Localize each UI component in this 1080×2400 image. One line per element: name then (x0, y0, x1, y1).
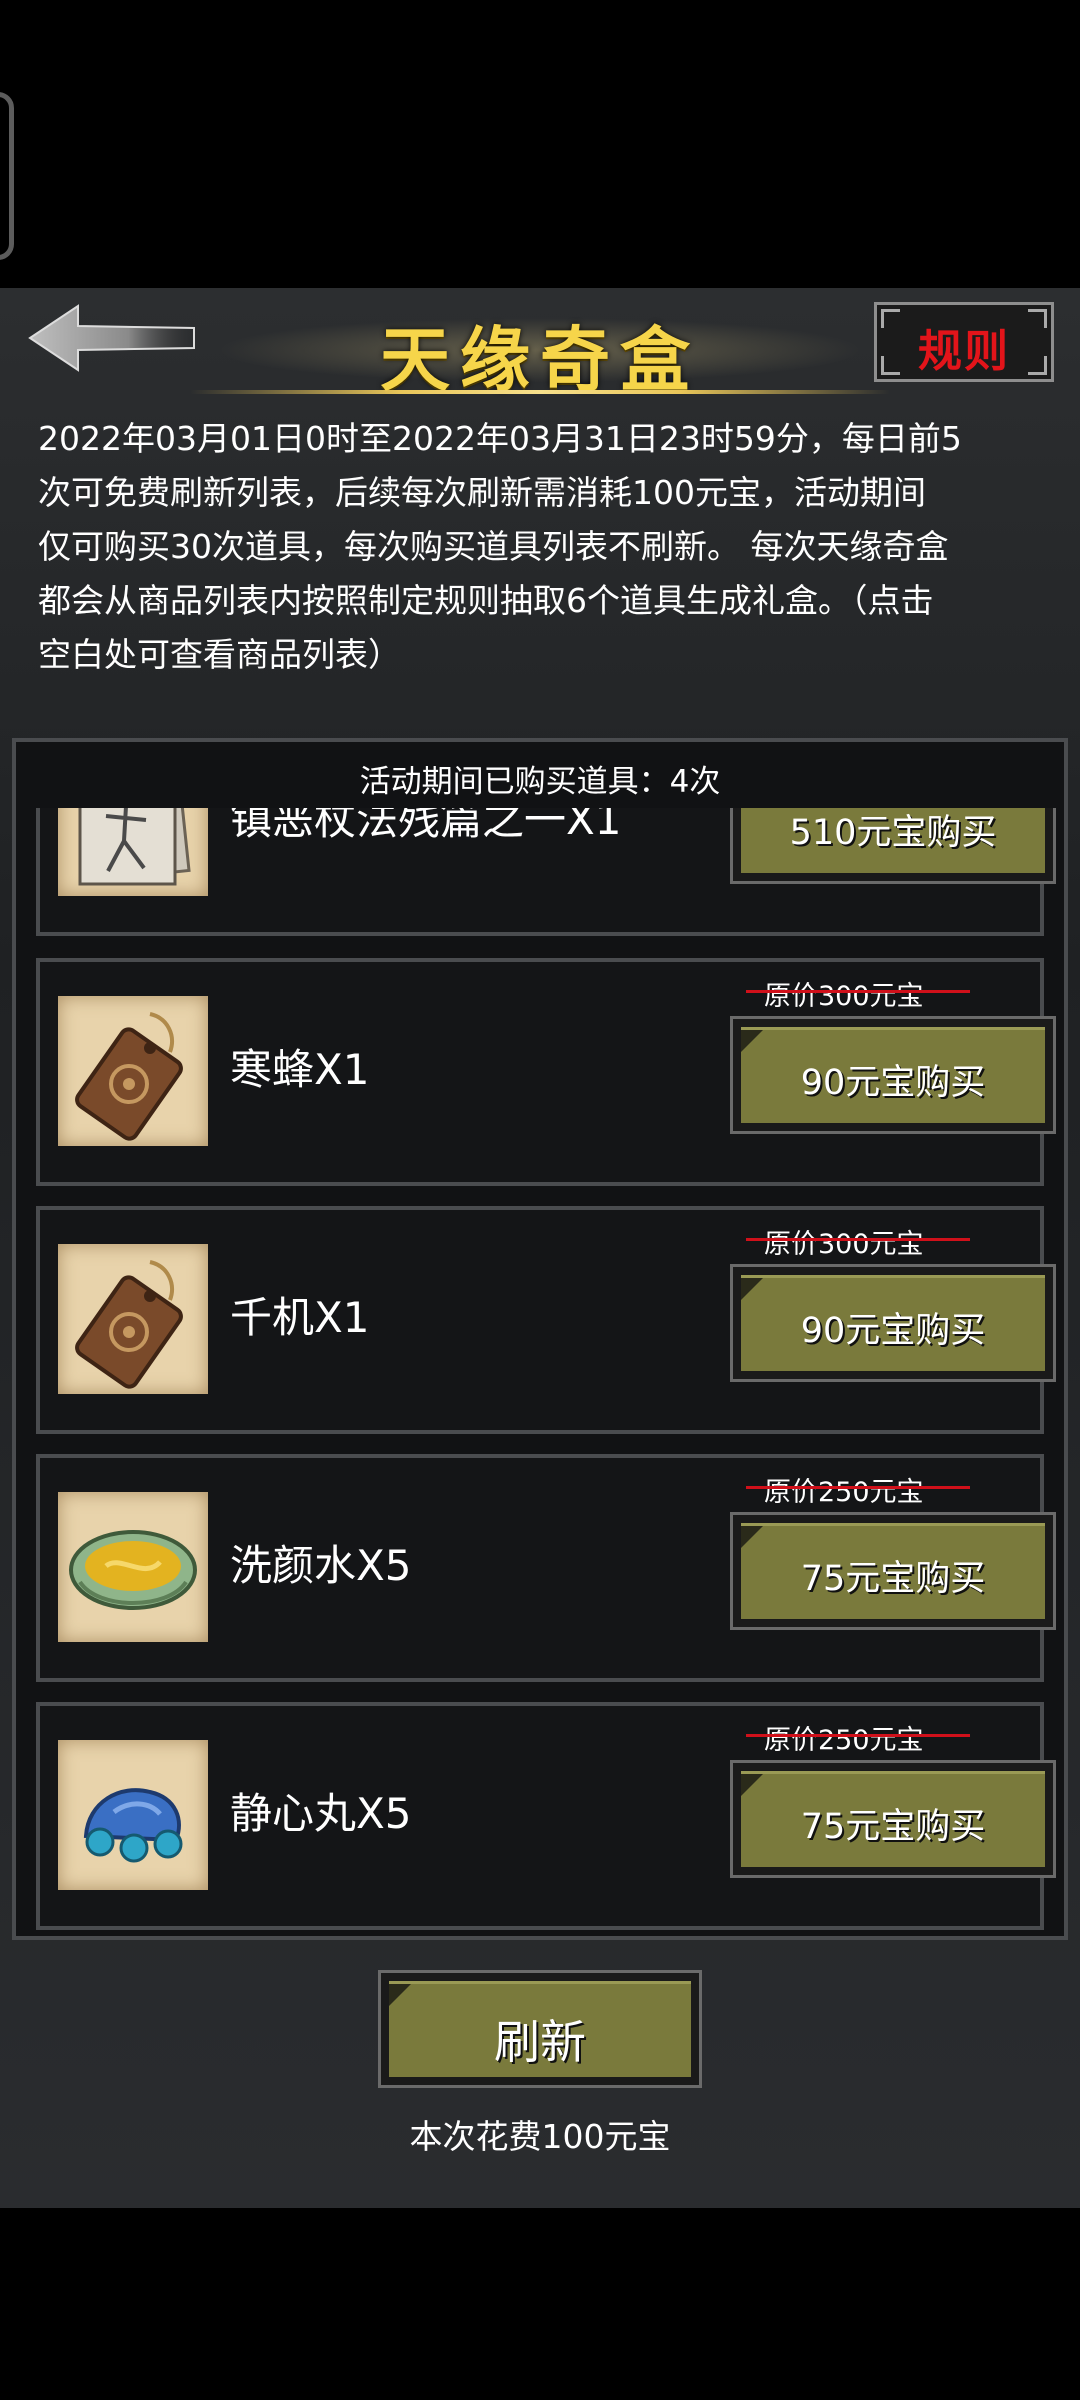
list-item: 静心丸X5 原价250元宝 75元宝购买 (36, 1702, 1056, 1930)
buy-button-face: 90元宝购买 (741, 1027, 1045, 1123)
buy-button-face: 75元宝购买 (741, 1771, 1045, 1867)
purchased-count: 活动期间已购买道具：4次 (359, 764, 721, 800)
pill-icon (58, 1740, 208, 1890)
refresh-button[interactable]: 刷新 (378, 1970, 702, 2088)
rules-label: 规则 (918, 326, 1010, 377)
edge-frame (0, 92, 14, 260)
original-price-text: 原价300元宝 (764, 1229, 924, 1260)
original-price-text: 原价250元宝 (764, 1477, 924, 1508)
list-item: 洗颜水X5 原价250元宝 75元宝购买 (36, 1454, 1056, 1682)
buy-label: 75元宝购买 (800, 1559, 986, 1599)
bowl-icon (58, 1492, 208, 1642)
buy-label: 90元宝购买 (800, 1063, 986, 1103)
item-list[interactable]: 镇恶杖法残篇之一X1 510元宝购买 寒蜂X1 原价300元宝 90元宝购买 千… (16, 808, 1064, 1938)
strikethrough (746, 990, 970, 993)
buy-button[interactable]: 75元宝购买 (730, 1760, 1056, 1878)
buy-button-face: 90元宝购买 (741, 1275, 1045, 1371)
refresh-cost: 本次花费100元宝 (409, 2117, 671, 2156)
buy-button[interactable]: 90元宝购买 (730, 1016, 1056, 1134)
back-arrow-icon[interactable] (26, 302, 196, 374)
rules-button[interactable]: 规则 (874, 302, 1054, 382)
item-name: 千机X1 (230, 1293, 370, 1342)
shop-list-frame: 活动期间已购买道具：4次 镇恶杖法残篇之一X1 510元宝购买 寒蜂X1 原价3… (12, 738, 1068, 1940)
title-underline (190, 390, 890, 394)
buy-button[interactable]: 90元宝购买 (730, 1264, 1056, 1382)
buy-button[interactable]: 75元宝购买 (730, 1512, 1056, 1630)
strikethrough (746, 1486, 970, 1489)
list-item: 千机X1 原价300元宝 90元宝购买 (36, 1206, 1056, 1434)
item-name: 静心丸X5 (230, 1789, 412, 1838)
buy-button[interactable]: 510元宝购买 (730, 808, 1056, 884)
strikethrough (746, 1238, 970, 1241)
original-price: 原价300元宝 (746, 1222, 970, 1261)
buy-button-face: 510元宝购买 (741, 808, 1045, 873)
original-price-text: 原价300元宝 (764, 981, 924, 1012)
token-icon (58, 996, 208, 1146)
original-price: 原价250元宝 (746, 1718, 970, 1757)
list-item: 镇恶杖法残篇之一X1 510元宝购买 (36, 808, 1056, 936)
list-item: 寒蜂X1 原价300元宝 90元宝购买 (36, 958, 1056, 1186)
status-area (0, 0, 1080, 288)
item-name: 镇恶杖法残篇之一X1 (230, 808, 622, 844)
buy-button-face: 75元宝购买 (741, 1523, 1045, 1619)
bottom-area (0, 2208, 1080, 2400)
refresh-label: 刷新 (494, 2015, 586, 2069)
strikethrough (746, 1734, 970, 1737)
buy-label: 90元宝购买 (800, 1311, 986, 1351)
event-description[interactable]: 2022年03月01日0时至2022年03月31日23时59分，每日前5 次可免… (38, 412, 1048, 682)
original-price: 原价250元宝 (746, 1470, 970, 1509)
item-name: 寒蜂X1 (230, 1045, 370, 1094)
token-icon (58, 1244, 208, 1394)
scroll-icon (58, 808, 208, 896)
title-banner: 天缘奇盒 (190, 290, 890, 401)
refresh-button-face: 刷新 (389, 1981, 691, 2077)
buy-label: 75元宝购买 (800, 1807, 986, 1847)
item-name: 洗颜水X5 (230, 1541, 412, 1590)
buy-label: 510元宝购买 (789, 813, 997, 853)
original-price: 原价300元宝 (746, 974, 970, 1013)
original-price-text: 原价250元宝 (764, 1725, 924, 1756)
